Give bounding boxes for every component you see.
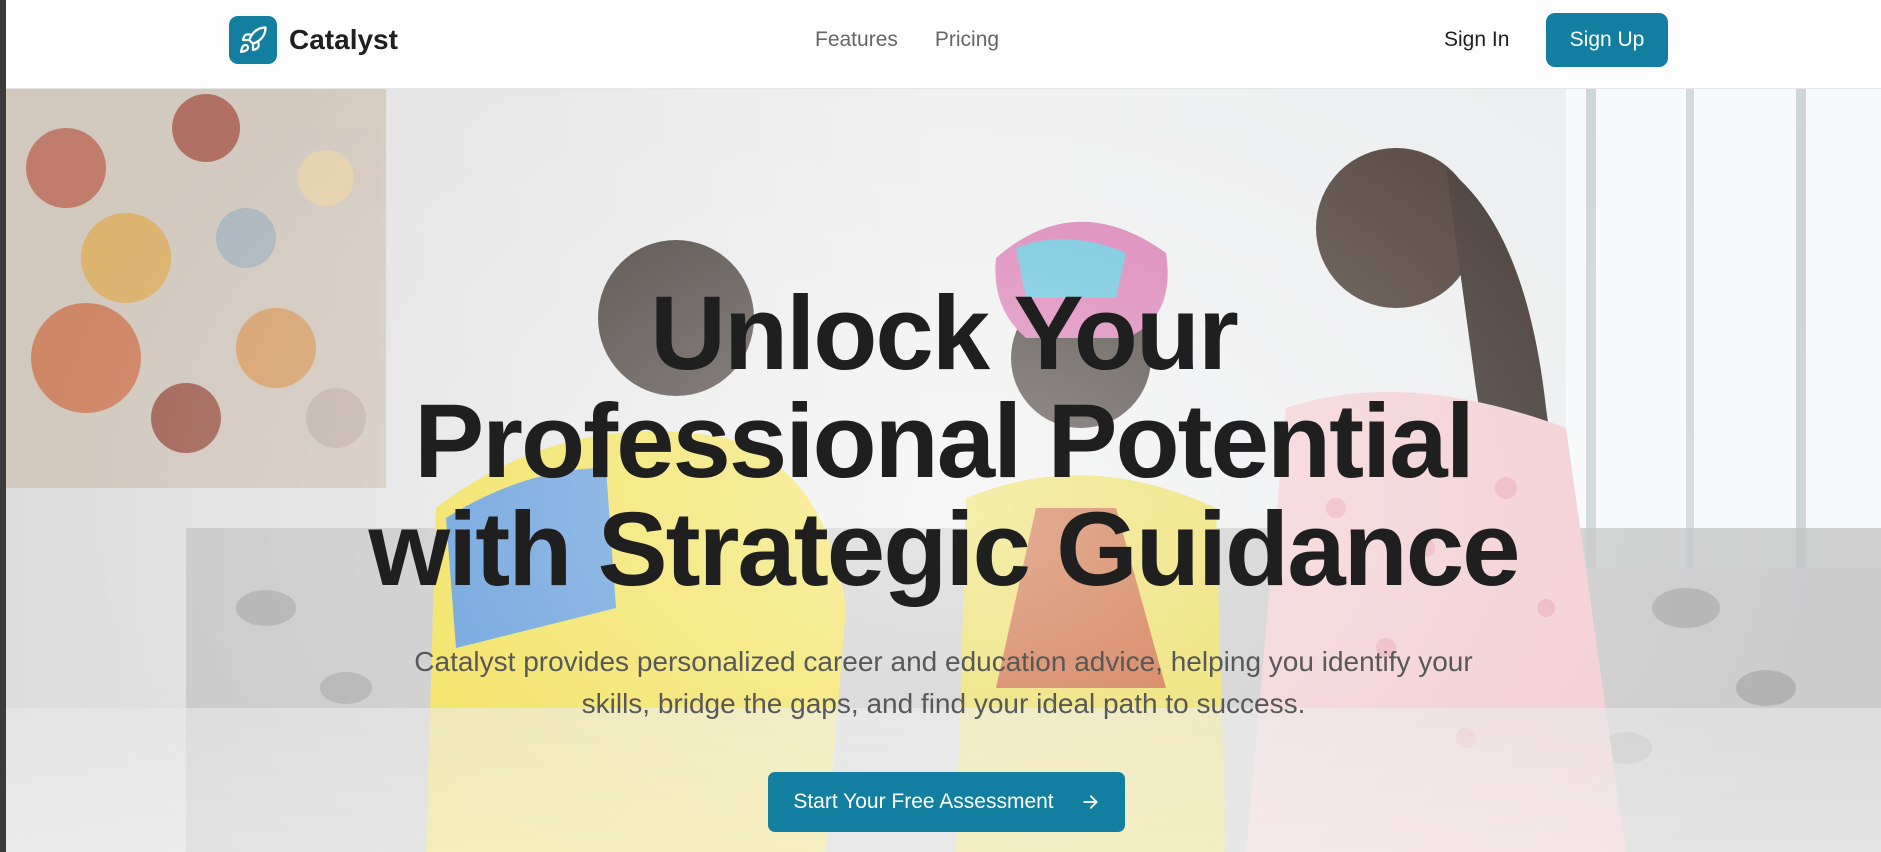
site-header: Catalyst Features Pricing Sign In Sign U… bbox=[6, 0, 1881, 89]
cta-label: Start Your Free Assessment bbox=[793, 790, 1054, 813]
sign-in-link[interactable]: Sign In bbox=[1444, 28, 1509, 52]
nav-link-features[interactable]: Features bbox=[815, 28, 898, 52]
brand[interactable]: Catalyst bbox=[229, 16, 398, 64]
start-assessment-button[interactable]: Start Your Free Assessment bbox=[768, 772, 1125, 832]
brand-name: Catalyst bbox=[289, 24, 398, 55]
hero-subtitle-line: Catalyst provides personalized career an… bbox=[414, 646, 1473, 677]
nav-link-pricing[interactable]: Pricing bbox=[935, 28, 999, 52]
hero-title-line: Professional Potential bbox=[414, 383, 1475, 500]
sign-up-button[interactable]: Sign Up bbox=[1546, 13, 1668, 67]
hero-title-line: with Strategic Guidance bbox=[368, 491, 1520, 608]
rocket-logo-icon bbox=[229, 16, 277, 64]
hero-section: Unlock Your Professional Potential with … bbox=[6, 88, 1881, 852]
hero-title-line: Unlock Your bbox=[650, 275, 1239, 392]
hero-subtitle-line: skills, bridge the gaps, and find your i… bbox=[581, 688, 1306, 719]
hero-subtitle: Catalyst provides personalized career an… bbox=[6, 641, 1881, 725]
arrow-right-icon bbox=[1082, 795, 1098, 809]
page: Catalyst Features Pricing Sign In Sign U… bbox=[6, 0, 1881, 852]
hero-title: Unlock Your Professional Potential with … bbox=[6, 280, 1881, 604]
main-nav: Features Pricing bbox=[815, 28, 999, 52]
